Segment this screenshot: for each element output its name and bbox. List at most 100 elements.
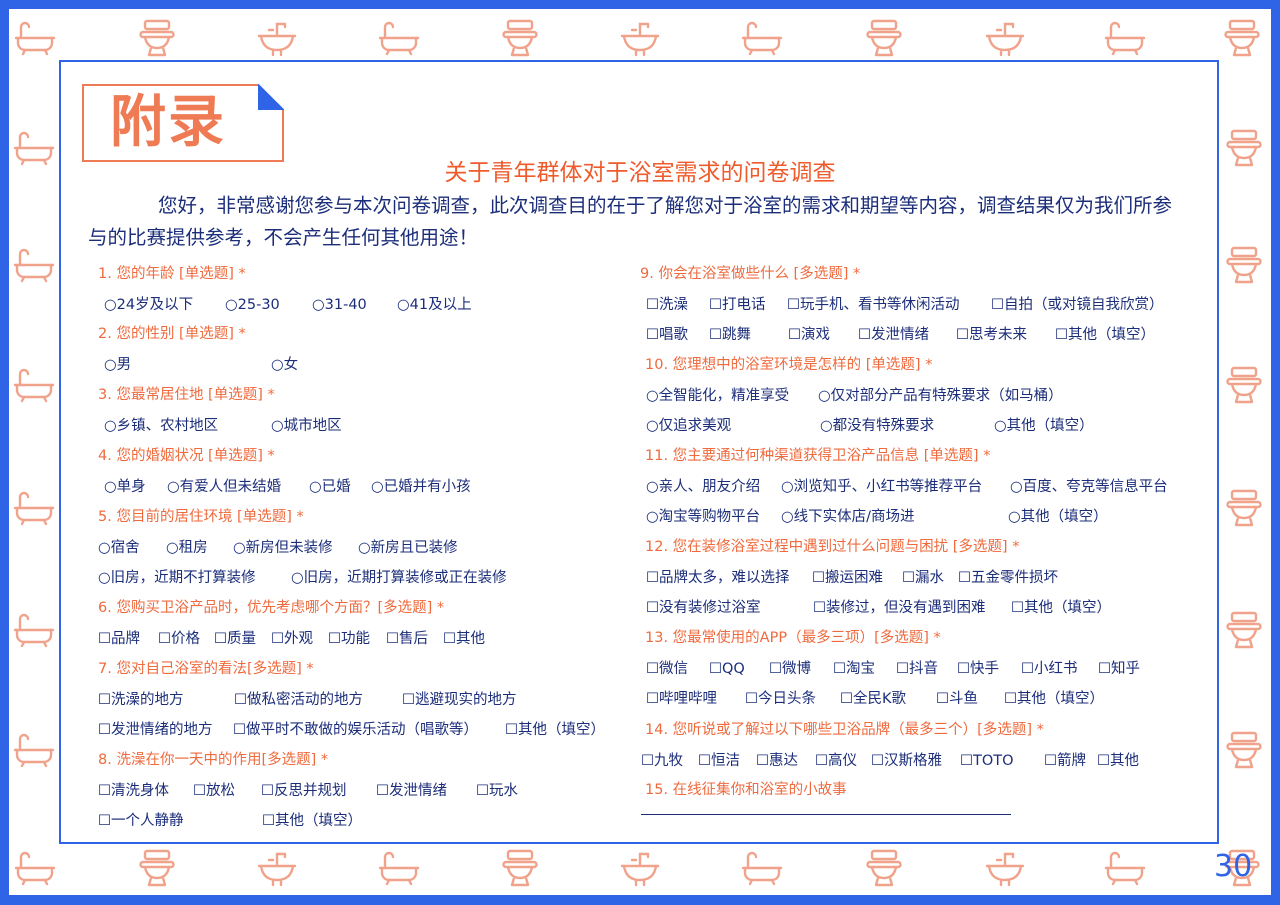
checkbox-option[interactable]: ☐售后 bbox=[386, 629, 428, 649]
checkbox-option[interactable]: ☐其他（填空） bbox=[1004, 689, 1104, 709]
checkbox-option[interactable]: ☐搬运困难 bbox=[812, 568, 883, 588]
checkbox-option[interactable]: ☐高仪 bbox=[815, 751, 857, 771]
radio-option[interactable]: ○都没有特殊要求 bbox=[820, 416, 934, 436]
radio-option[interactable]: ○宿舍 bbox=[98, 538, 140, 558]
sink-icon bbox=[255, 848, 299, 888]
checkbox-option[interactable]: ☐品牌 bbox=[98, 629, 140, 649]
checkbox-option[interactable]: ☐其他（填空） bbox=[505, 720, 605, 740]
checkbox-option[interactable]: ☐玩水 bbox=[476, 781, 518, 801]
checkbox-option[interactable]: ☐微博 bbox=[769, 659, 811, 679]
question-8: 8. 洗澡在你一天中的作用[多选题] * bbox=[98, 752, 329, 768]
checkbox-option[interactable]: ☐微信 bbox=[646, 659, 688, 679]
checkbox-option[interactable]: ☐做私密活动的地方 bbox=[234, 690, 363, 710]
checkbox-option[interactable]: ☐做平时不敢做的娱乐活动（唱歌等） bbox=[233, 720, 478, 740]
radio-option[interactable]: ○旧房，近期不打算装修 bbox=[98, 568, 256, 588]
radio-option[interactable]: ○有爱人但未结婚 bbox=[167, 477, 281, 497]
radio-option[interactable]: ○25-30 bbox=[225, 295, 280, 315]
checkbox-option[interactable]: ☐自拍（或对镜自我欣赏） bbox=[991, 295, 1164, 315]
radio-option[interactable]: ○仅追求美观 bbox=[646, 416, 731, 436]
radio-option[interactable]: ○女 bbox=[271, 355, 298, 375]
checkbox-option[interactable]: ☐其他（填空） bbox=[1011, 598, 1111, 618]
checkbox-option[interactable]: ☐发泄情绪 bbox=[858, 325, 929, 345]
checkbox-option[interactable]: ☐外观 bbox=[271, 629, 313, 649]
checkbox-option[interactable]: ☐其他（填空） bbox=[1055, 325, 1155, 345]
radio-option[interactable]: ○单身 bbox=[104, 477, 146, 497]
checkbox-option[interactable]: ☐惠达 bbox=[756, 751, 798, 771]
radio-option[interactable]: ○其他（填空） bbox=[1008, 507, 1108, 527]
checkbox-option[interactable]: ☐漏水 bbox=[902, 568, 944, 588]
toilet-icon bbox=[1220, 18, 1264, 58]
bathtub-icon bbox=[12, 365, 56, 405]
checkbox-option[interactable]: ☐其他 bbox=[443, 629, 485, 649]
question-9: 9. 你会在浴室做些什么 [多选题] * bbox=[640, 266, 861, 282]
checkbox-option[interactable]: ☐发泄情绪的地方 bbox=[98, 720, 213, 740]
radio-option[interactable]: ○24岁及以下 bbox=[104, 295, 193, 315]
bathtub-icon bbox=[12, 488, 56, 528]
checkbox-option[interactable]: ☐演戏 bbox=[788, 325, 830, 345]
checkbox-option[interactable]: ☐其他 bbox=[1097, 751, 1139, 771]
checkbox-option[interactable]: ☐洗澡 bbox=[646, 295, 688, 315]
checkbox-option[interactable]: ☐没有装修过浴室 bbox=[646, 598, 761, 618]
checkbox-option[interactable]: ☐跳舞 bbox=[709, 325, 751, 345]
radio-option[interactable]: ○已婚 bbox=[309, 477, 351, 497]
radio-option[interactable]: ○城市地区 bbox=[271, 416, 342, 436]
checkbox-option[interactable]: ☐玩手机、看书等休闲活动 bbox=[787, 295, 960, 315]
radio-option[interactable]: ○百度、夸克等信息平台 bbox=[1010, 477, 1168, 497]
checkbox-option[interactable]: ☐逃避现实的地方 bbox=[402, 690, 517, 710]
checkbox-option[interactable]: ☐淘宝 bbox=[833, 659, 875, 679]
toilet-icon bbox=[1222, 730, 1266, 770]
radio-option[interactable]: ○旧房，近期打算装修或正在装修 bbox=[291, 568, 507, 588]
radio-option[interactable]: ○已婚并有小孩 bbox=[371, 477, 471, 497]
checkbox-option[interactable]: ☐小红书 bbox=[1021, 659, 1078, 679]
radio-option[interactable]: ○全智能化，精准享受 bbox=[646, 386, 789, 406]
checkbox-option[interactable]: ☐箭牌 bbox=[1044, 751, 1086, 771]
radio-option[interactable]: ○亲人、朋友介绍 bbox=[646, 477, 760, 497]
checkbox-option[interactable]: ☐打电话 bbox=[709, 295, 766, 315]
question-7: 7. 您对自己浴室的看法[多选题] * bbox=[98, 661, 314, 677]
checkbox-option[interactable]: ☐知乎 bbox=[1098, 659, 1140, 679]
intro-paragraph: 您好，非常感谢您参与本次问卷调查，此次调查目的在于了解您对于浴室的需求和期望等内… bbox=[88, 194, 1173, 249]
checkbox-option[interactable]: ☐一个人静静 bbox=[98, 811, 184, 831]
checkbox-option[interactable]: ☐今日头条 bbox=[745, 689, 816, 709]
page-title: 附录 bbox=[110, 90, 226, 155]
radio-option[interactable]: ○淘宝等购物平台 bbox=[646, 507, 760, 527]
bathtub-icon bbox=[12, 730, 56, 770]
checkbox-option[interactable]: ☐其他（填空） bbox=[262, 811, 362, 831]
checkbox-option[interactable]: ☐洗澡的地方 bbox=[98, 690, 184, 710]
radio-option[interactable]: ○41及以上 bbox=[397, 295, 472, 315]
checkbox-option[interactable]: ☐九牧 bbox=[641, 751, 683, 771]
checkbox-option[interactable]: ☐QQ bbox=[709, 659, 745, 679]
checkbox-option[interactable]: ☐清洗身体 bbox=[98, 781, 169, 801]
checkbox-option[interactable]: ☐恒洁 bbox=[698, 751, 740, 771]
checkbox-option[interactable]: ☐品牌太多，难以选择 bbox=[646, 568, 790, 588]
radio-option[interactable]: ○其他（填空） bbox=[994, 416, 1094, 436]
checkbox-option[interactable]: ☐汉斯格雅 bbox=[871, 751, 942, 771]
checkbox-option[interactable]: ☐唱歌 bbox=[646, 325, 688, 345]
checkbox-option[interactable]: ☐五金零件损坏 bbox=[958, 568, 1058, 588]
checkbox-option[interactable]: ☐价格 bbox=[158, 629, 200, 649]
checkbox-option[interactable]: ☐质量 bbox=[214, 629, 256, 649]
bathtub-icon bbox=[740, 848, 784, 888]
checkbox-option[interactable]: ☐TOTO bbox=[960, 751, 1014, 771]
checkbox-option[interactable]: ☐装修过，但没有遇到困难 bbox=[813, 598, 986, 618]
radio-option[interactable]: ○新房但未装修 bbox=[233, 538, 333, 558]
checkbox-option[interactable]: ☐斗鱼 bbox=[936, 689, 978, 709]
radio-option[interactable]: ○新房且已装修 bbox=[358, 538, 458, 558]
radio-option[interactable]: ○线下实体店/商场进 bbox=[781, 507, 915, 527]
checkbox-option[interactable]: ☐哔哩哔哩 bbox=[646, 689, 717, 709]
radio-option[interactable]: ○31-40 bbox=[312, 295, 367, 315]
radio-option[interactable]: ○男 bbox=[104, 355, 131, 375]
checkbox-option[interactable]: ☐功能 bbox=[328, 629, 370, 649]
checkbox-option[interactable]: ☐放松 bbox=[193, 781, 235, 801]
radio-option[interactable]: ○仅对部分产品有特殊要求（如马桶） bbox=[818, 386, 1063, 406]
checkbox-option[interactable]: ☐全民K歌 bbox=[840, 689, 906, 709]
checkbox-option[interactable]: ☐发泄情绪 bbox=[376, 781, 447, 801]
checkbox-option[interactable]: ☐思考未来 bbox=[956, 325, 1027, 345]
checkbox-option[interactable]: ☐抖音 bbox=[896, 659, 938, 679]
radio-option[interactable]: ○乡镇、农村地区 bbox=[104, 416, 218, 436]
answer-blank-line[interactable] bbox=[641, 814, 1011, 815]
radio-option[interactable]: ○浏览知乎、小红书等推荐平台 bbox=[781, 477, 982, 497]
checkbox-option[interactable]: ☐快手 bbox=[957, 659, 999, 679]
checkbox-option[interactable]: ☐反思并规划 bbox=[261, 781, 347, 801]
radio-option[interactable]: ○租房 bbox=[166, 538, 208, 558]
